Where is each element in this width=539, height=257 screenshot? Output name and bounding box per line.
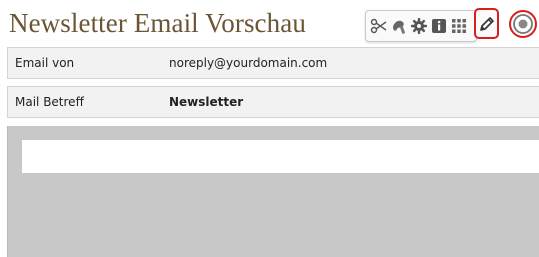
- from-row: Email von noreply@yourdomain.com: [7, 47, 539, 79]
- target-icon: [508, 10, 538, 43]
- email-preview-area: [7, 126, 539, 257]
- email-meta: Email von noreply@yourdomain.com Mail Be…: [7, 47, 539, 118]
- subject-label: Mail Betreff: [15, 95, 84, 109]
- page-title: Newsletter Email Vorschau: [9, 8, 306, 38]
- pencil-icon: [478, 15, 496, 37]
- email-body-frame: [22, 140, 539, 173]
- from-label: Email von: [15, 56, 75, 70]
- target-button[interactable]: [508, 9, 538, 39]
- toolbar: [365, 10, 477, 42]
- grid-icon[interactable]: [450, 17, 466, 33]
- edit-button[interactable]: [474, 8, 499, 39]
- subject-row: Mail Betreff Newsletter: [7, 86, 539, 118]
- brush-icon[interactable]: [390, 17, 406, 34]
- subject-value: Newsletter: [169, 95, 244, 109]
- gear-icon[interactable]: [410, 17, 427, 34]
- newsletter-preview-page: Newsletter Email Vorschau Email von nore…: [0, 0, 539, 257]
- from-value: noreply@yourdomain.com: [169, 56, 328, 70]
- info-icon[interactable]: [430, 17, 446, 33]
- scissors-icon[interactable]: [370, 17, 387, 34]
